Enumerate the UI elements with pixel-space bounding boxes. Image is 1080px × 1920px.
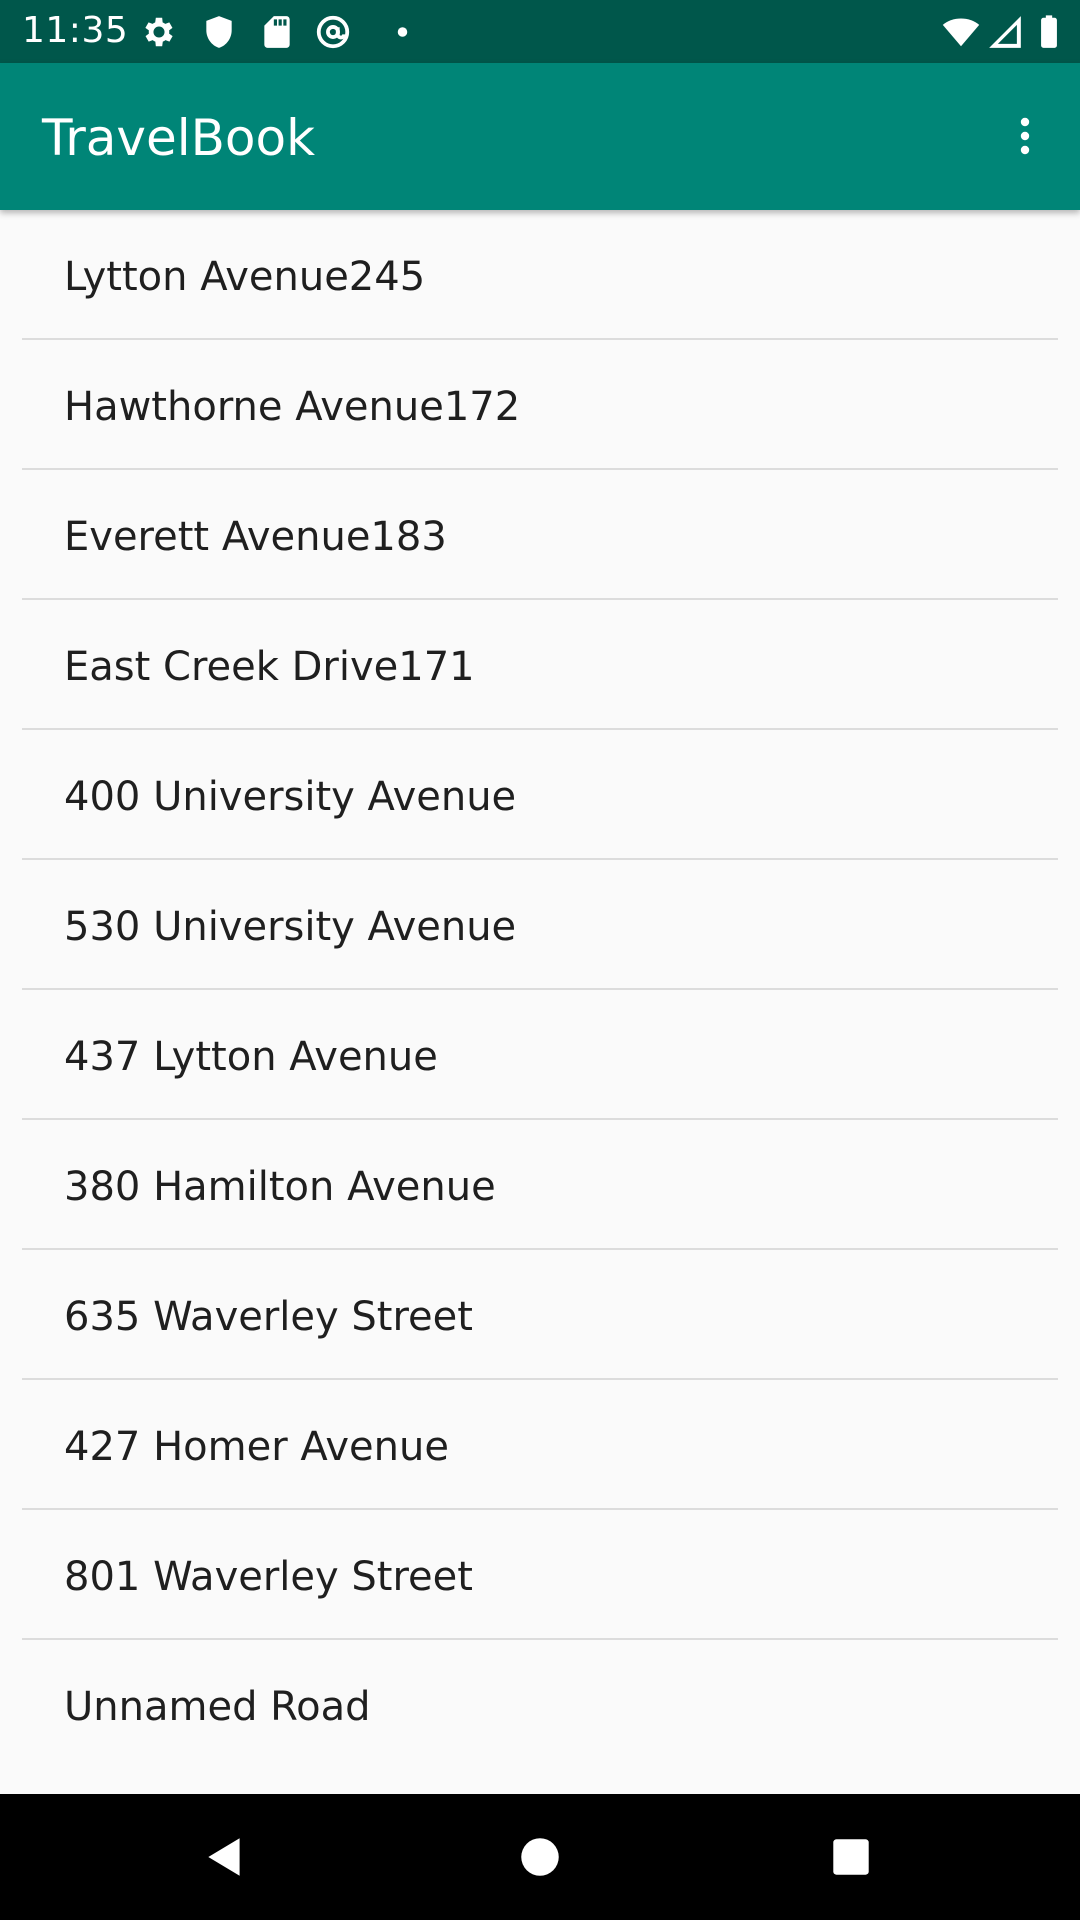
dot-icon [397, 27, 408, 37]
list-item-label: Everett Avenue183 [64, 514, 447, 560]
list-item[interactable]: 427 Homer Avenue [22, 1380, 1058, 1510]
shield-icon [206, 16, 232, 48]
wifi-icon [942, 18, 980, 47]
recents-button[interactable] [820, 1826, 882, 1888]
at-sign-icon [316, 15, 350, 49]
sd-card-icon [264, 16, 290, 48]
status-bar: 11:35 [0, 0, 1080, 63]
list-item[interactable]: 635 Waverley Street [22, 1250, 1058, 1380]
home-icon [521, 1838, 559, 1876]
list-item[interactable]: East Creek Drive171 [22, 600, 1058, 730]
list-item[interactable]: Unnamed Road [22, 1640, 1058, 1768]
back-button[interactable] [194, 1826, 256, 1888]
list-item-label: East Creek Drive171 [64, 644, 475, 690]
list-item[interactable]: 801 Waverley Street [22, 1510, 1058, 1640]
list-item-label: 801 Waverley Street [64, 1554, 473, 1600]
home-button[interactable] [509, 1826, 571, 1888]
app-bar: TravelBook [0, 63, 1080, 210]
list-item-label: 427 Homer Avenue [64, 1424, 449, 1470]
list-item-label: 530 University Avenue [64, 904, 517, 950]
more-vert-icon [1020, 117, 1030, 155]
list-item-label: 380 Hamilton Avenue [64, 1164, 496, 1210]
list-item[interactable]: 437 Lytton Avenue [22, 990, 1058, 1120]
list-item[interactable]: Everett Avenue183 [22, 470, 1058, 600]
app-title: TravelBook [42, 109, 316, 167]
cell-signal-icon [989, 16, 1021, 48]
list-item-label: 437 Lytton Avenue [64, 1034, 438, 1080]
battery-icon [1041, 15, 1057, 48]
list-item[interactable]: 530 University Avenue [22, 860, 1058, 990]
places-list[interactable]: Lytton Avenue245 Hawthorne Avenue172 Eve… [0, 210, 1080, 1794]
list-item[interactable]: 380 Hamilton Avenue [22, 1120, 1058, 1250]
back-icon [208, 1838, 240, 1876]
list-item[interactable]: Hawthorne Avenue172 [22, 340, 1058, 470]
list-item-label: Hawthorne Avenue172 [64, 384, 521, 430]
list-item-label: Lytton Avenue245 [64, 254, 426, 300]
list-item-label: 400 University Avenue [64, 774, 517, 820]
list-item-label: Unnamed Road [64, 1684, 371, 1730]
overflow-menu-button[interactable] [992, 103, 1058, 169]
list-item-label: 635 Waverley Street [64, 1294, 473, 1340]
list-item[interactable]: 400 University Avenue [22, 730, 1058, 860]
navigation-bar [0, 1794, 1080, 1920]
list-item[interactable]: Lytton Avenue245 [22, 210, 1058, 340]
status-time: 11:35 [22, 10, 129, 51]
recents-icon [833, 1839, 869, 1875]
gear-icon [145, 17, 173, 47]
